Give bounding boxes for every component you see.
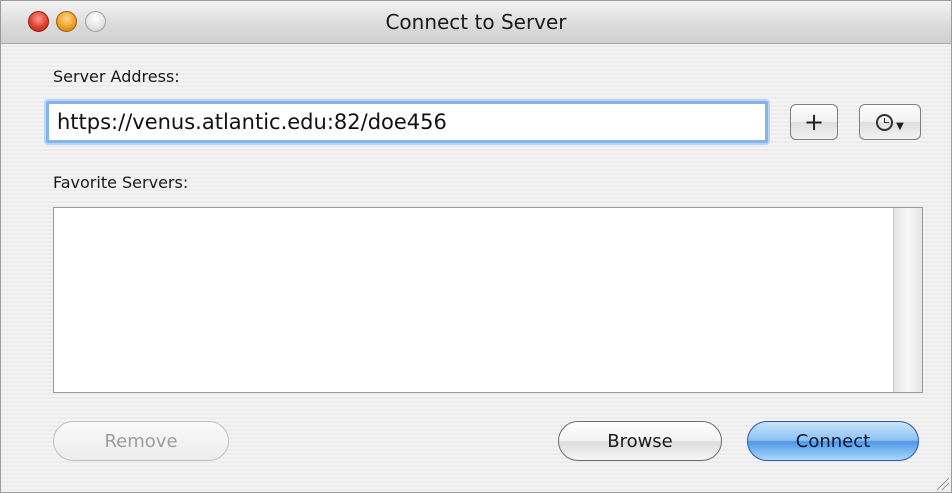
connect-button[interactable]: Connect (747, 421, 919, 461)
scrollbar[interactable] (893, 208, 922, 392)
title-bar[interactable]: Connect to Server (1, 1, 951, 44)
plus-icon: + (803, 108, 825, 136)
server-address-input[interactable] (46, 101, 768, 143)
window-title: Connect to Server (385, 10, 567, 34)
add-favorite-button[interactable]: + (790, 104, 838, 140)
favorite-servers-label: Favorite Servers: (53, 173, 189, 192)
chevron-down-icon: ▼ (896, 120, 904, 132)
browse-button[interactable]: Browse (558, 421, 722, 461)
server-address-label: Server Address: (53, 67, 180, 86)
recent-servers-button[interactable]: ▼ (859, 104, 921, 140)
remove-button[interactable]: Remove (53, 421, 229, 461)
connect-to-server-window: Connect to Server Server Address: + ▼ Fa… (0, 0, 952, 493)
resize-grip-icon[interactable] (935, 476, 949, 490)
clock-icon (876, 113, 894, 131)
favorite-servers-list[interactable] (53, 207, 923, 393)
